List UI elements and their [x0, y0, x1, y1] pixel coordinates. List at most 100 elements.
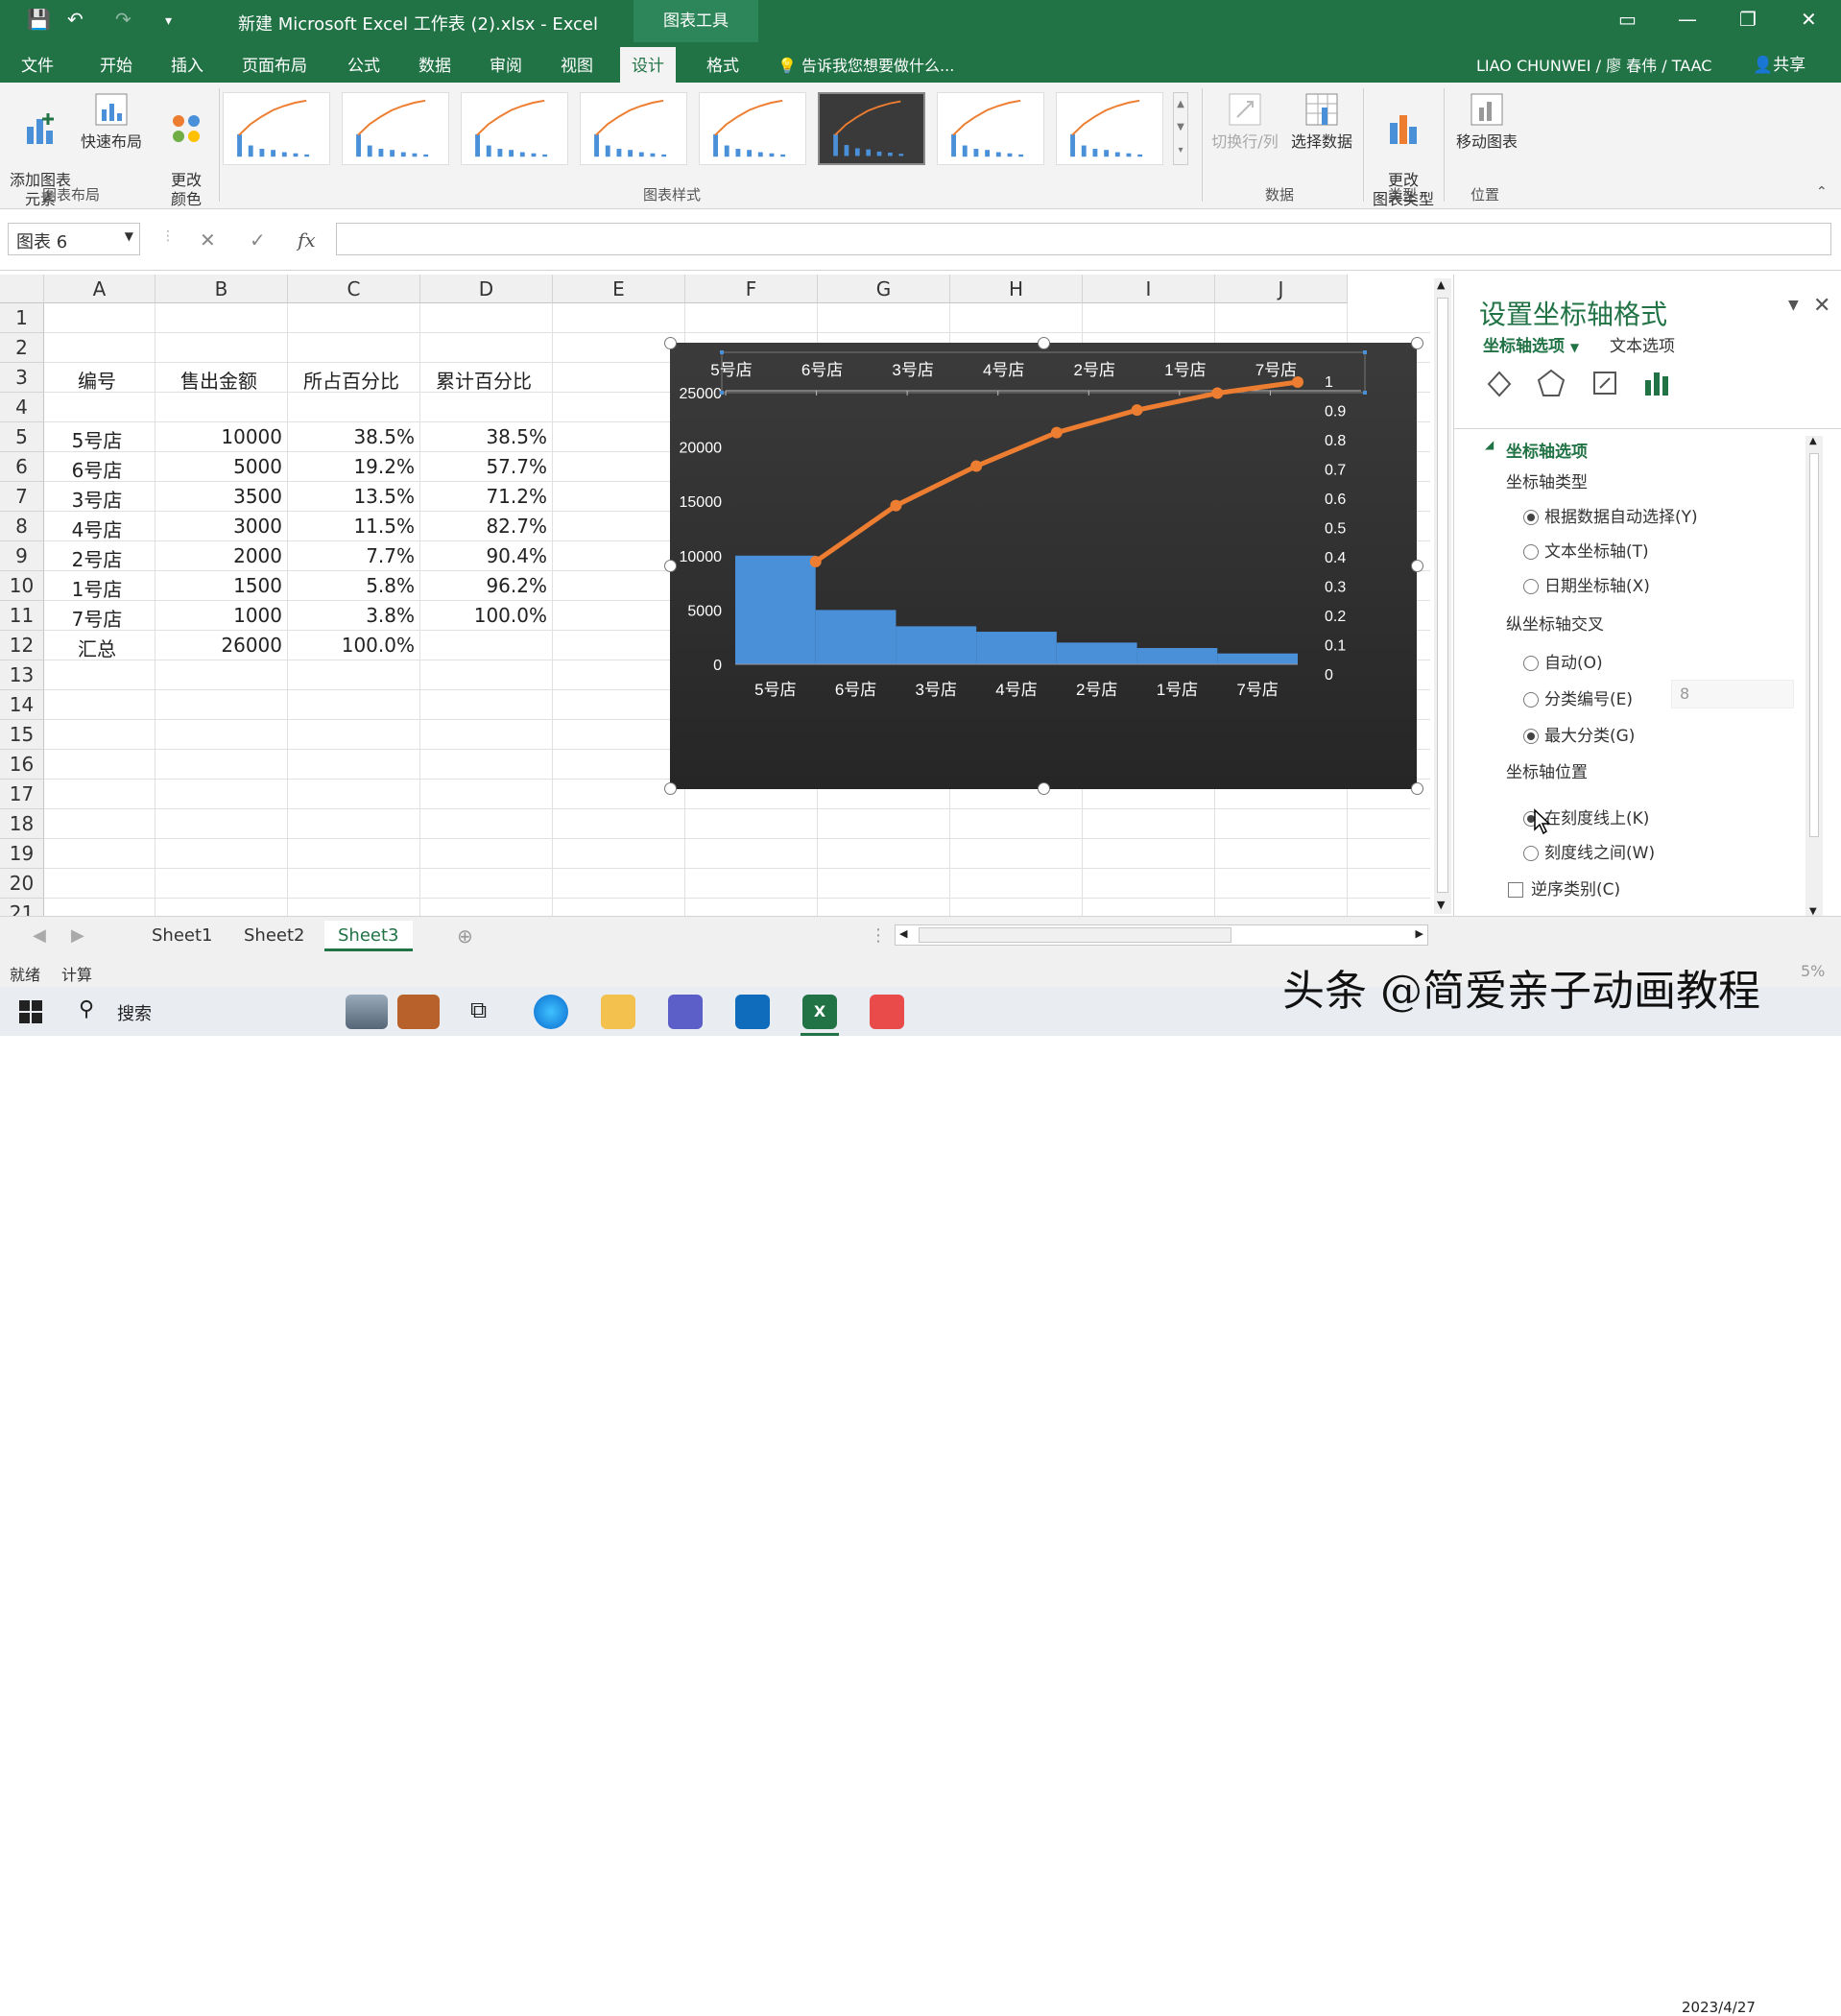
chart-style-8[interactable] — [1056, 92, 1163, 165]
total-label-cell[interactable]: 汇总 — [44, 634, 150, 663]
text-options-tab[interactable]: 文本选项 — [1610, 332, 1675, 356]
row-header-4[interactable]: 4 — [0, 393, 44, 422]
zoom-level[interactable]: 5% — [1801, 962, 1825, 980]
resize-handle-t[interactable] — [1038, 337, 1050, 349]
column-header-b[interactable]: B — [155, 275, 288, 303]
file-explorer-icon[interactable] — [601, 995, 635, 1029]
chart-style-3[interactable] — [461, 92, 568, 165]
scroll-thumb[interactable] — [919, 927, 1231, 943]
row-header-1[interactable]: 1 — [0, 303, 44, 333]
line-point-2[interactable] — [890, 499, 902, 512]
resize-handle-br[interactable] — [1411, 782, 1423, 795]
column-header-c[interactable]: C — [288, 275, 420, 303]
radio-cross-auto[interactable]: 自动(O) — [1523, 649, 1603, 673]
tab-review[interactable]: 审阅 — [490, 52, 522, 76]
enter-icon[interactable]: ✓ — [250, 228, 266, 252]
pane-close-icon[interactable]: ✕ — [1813, 294, 1830, 318]
save-icon[interactable]: 💾 — [27, 8, 51, 31]
radio-auto-select[interactable]: 根据数据自动选择(Y) — [1523, 503, 1698, 527]
column-header-d[interactable]: D — [420, 275, 553, 303]
vertical-scrollbar[interactable]: ▲ ▼ — [1434, 278, 1451, 914]
store-cell[interactable]: 1号店 — [44, 574, 150, 604]
column-header-g[interactable]: G — [818, 275, 950, 303]
search-icon[interactable]: ⚲ — [79, 997, 94, 1021]
select-all-corner[interactable] — [0, 275, 44, 303]
resize-handle-bl[interactable] — [664, 782, 677, 795]
fill-line-icon[interactable] — [1483, 367, 1516, 399]
row-header-7[interactable]: 7 — [0, 482, 44, 512]
row-header-19[interactable]: 19 — [0, 839, 44, 869]
value-cell[interactable]: 100.0% — [420, 604, 547, 634]
undo-icon[interactable]: ↶ — [67, 8, 84, 31]
tab-page-layout[interactable]: 页面布局 — [242, 52, 307, 76]
tab-format[interactable]: 格式 — [706, 52, 739, 76]
prev-sheet-icon[interactable]: ◀ — [33, 921, 46, 951]
chart-style-2[interactable] — [342, 92, 449, 165]
cancel-icon[interactable]: ✕ — [200, 228, 216, 252]
tell-me-search[interactable]: 💡 告诉我您想要做什么... — [777, 53, 954, 76]
line-point-1[interactable] — [809, 555, 822, 567]
outlook-icon[interactable] — [735, 995, 770, 1029]
chart-style-7[interactable] — [937, 92, 1044, 165]
value-cell[interactable]: 38.5% — [420, 425, 547, 455]
value-cell[interactable]: 1500 — [155, 574, 282, 604]
value-cell[interactable]: 7.7% — [288, 544, 415, 574]
store-cell[interactable]: 2号店 — [44, 544, 150, 574]
row-header-12[interactable]: 12 — [0, 631, 44, 660]
column-header-f[interactable]: F — [685, 275, 818, 303]
teams-icon[interactable] — [668, 995, 703, 1029]
close-icon[interactable]: ✕ — [1801, 8, 1817, 31]
row-header-17[interactable]: 17 — [0, 780, 44, 809]
insert-function-icon[interactable]: fx — [298, 228, 316, 252]
store-cell[interactable]: 6号店 — [44, 455, 150, 485]
tab-file[interactable]: 文件 — [21, 52, 54, 76]
scroll-down-icon[interactable]: ▼ — [1437, 899, 1445, 911]
radio-text-axis[interactable]: 文本坐标轴(T) — [1523, 538, 1649, 562]
line-point-5[interactable] — [1131, 404, 1143, 417]
windows-start-icon[interactable] — [19, 1000, 42, 1023]
sheet-tab-sheet3[interactable]: Sheet3 — [324, 921, 413, 951]
select-data-button[interactable]: 选择数据 — [1282, 90, 1361, 152]
move-chart-button[interactable]: 移动图表 — [1447, 90, 1526, 152]
chart-style-4[interactable] — [580, 92, 687, 165]
resize-handle-b[interactable] — [1038, 782, 1050, 795]
axis-options-tab[interactable]: 坐标轴选项 ▼ — [1483, 332, 1579, 356]
collapse-ribbon-icon[interactable]: ⌃ — [1816, 184, 1828, 200]
bar-5[interactable] — [1056, 642, 1137, 664]
redo-icon[interactable]: ↷ — [115, 8, 132, 31]
sheet-tab-sheet1[interactable]: Sheet1 — [152, 921, 213, 951]
store-cell[interactable]: 3号店 — [44, 485, 150, 515]
switch-row-column-button[interactable]: 切换行/列 — [1206, 90, 1284, 152]
row-header-15[interactable]: 15 — [0, 720, 44, 750]
line-point-4[interactable] — [1050, 426, 1063, 439]
widget-laptop-icon[interactable] — [346, 995, 388, 1029]
recorder-icon[interactable] — [870, 995, 904, 1029]
bar-1[interactable] — [735, 555, 816, 664]
column-header-i[interactable]: I — [1083, 275, 1215, 303]
header-cell[interactable]: 累计百分比 — [420, 366, 547, 396]
task-view-icon[interactable]: ⧉ — [470, 996, 487, 1023]
column-header-e[interactable]: E — [553, 275, 685, 303]
name-box[interactable]: 图表 6 ▼ — [8, 223, 140, 255]
value-cell[interactable]: 71.2% — [420, 485, 547, 515]
tab-home[interactable]: 开始 — [100, 52, 132, 76]
scroll-up-icon[interactable]: ▲ — [1437, 278, 1445, 291]
ribbon-display-icon[interactable]: ▭ — [1618, 8, 1637, 31]
value-cell[interactable]: 57.7% — [420, 455, 547, 485]
value-cell[interactable]: 90.4% — [420, 544, 547, 574]
tab-splitter-icon[interactable]: ⋮ — [870, 921, 887, 951]
header-cell[interactable]: 编号 — [44, 366, 150, 396]
restore-icon[interactable]: ❐ — [1739, 8, 1757, 31]
edge-icon[interactable] — [534, 995, 568, 1029]
value-cell[interactable]: 3.8% — [288, 604, 415, 634]
row-header-2[interactable]: 2 — [0, 333, 44, 363]
row-header-10[interactable]: 10 — [0, 571, 44, 601]
resize-handle-tl[interactable] — [664, 337, 677, 349]
pane-options-icon[interactable]: ▼ — [1788, 298, 1799, 313]
row-header-16[interactable]: 16 — [0, 750, 44, 780]
minimize-icon[interactable]: — — [1678, 8, 1697, 31]
value-cell[interactable]: 11.5% — [288, 515, 415, 544]
row-header-5[interactable]: 5 — [0, 422, 44, 452]
row-header-20[interactable]: 20 — [0, 869, 44, 899]
formula-input[interactable] — [336, 223, 1831, 255]
